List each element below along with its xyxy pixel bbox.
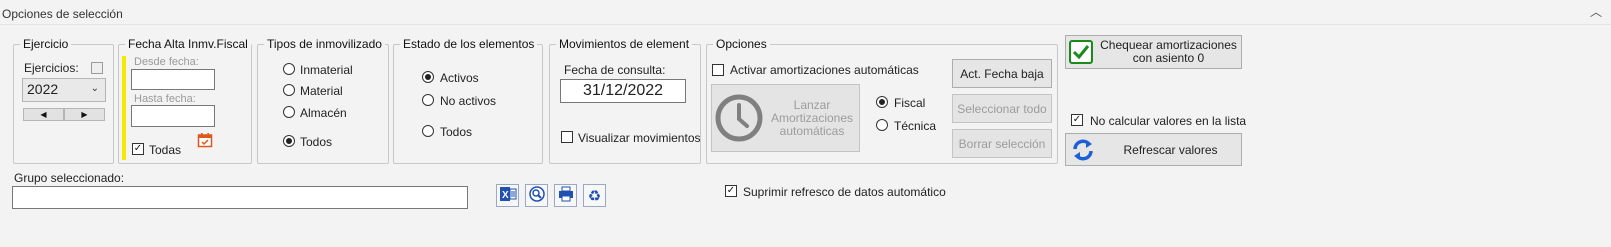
tipos-legend: Tipos de inmovilizado: [267, 37, 382, 51]
ejercicios-checkbox[interactable]: [91, 62, 103, 74]
ejercicio-select[interactable]: 2022 ⌄: [22, 78, 106, 102]
print-button[interactable]: [554, 184, 577, 207]
act-fecha-baja-button[interactable]: Act. Fecha baja: [952, 59, 1052, 88]
opciones-legend: Opciones: [716, 37, 767, 51]
material-label: Material: [300, 84, 343, 98]
fecha-alta-legend: Fecha Alta Inmv.Fiscal: [128, 37, 248, 51]
search-icon: [528, 185, 546, 206]
recycle-button[interactable]: ♻: [583, 184, 606, 207]
clock-icon: [714, 93, 764, 143]
fiscal-label: Fiscal: [894, 96, 926, 110]
tecnica-label: Técnica: [894, 119, 937, 133]
radio-inmaterial[interactable]: [283, 63, 295, 75]
fecha-consulta-input[interactable]: 31/12/2022: [560, 79, 686, 103]
almacen-label: Almacén: [300, 106, 347, 120]
chevron-down-icon: ⌄: [90, 83, 99, 94]
panel-title: Opciones de selección: [2, 7, 123, 21]
prev-year-button[interactable]: ◀: [23, 108, 64, 121]
hasta-fecha-label: Hasta fecha:: [134, 93, 196, 105]
radio-fiscal[interactable]: [876, 96, 888, 108]
recycle-icon: ♻: [587, 186, 602, 205]
activar-amortizaciones-label: Activar amortizaciones automáticas: [730, 63, 919, 77]
ejercicio-selected-value: 2022: [27, 81, 59, 97]
printer-icon: [557, 185, 575, 206]
ejercicio-legend: Ejercicio: [23, 37, 69, 51]
grupo-seleccionado-label: Grupo seleccionado:: [14, 171, 125, 185]
desde-fecha-input[interactable]: [131, 69, 215, 90]
fecha-consulta-value: 31/12/2022: [582, 82, 664, 99]
inmaterial-label: Inmaterial: [300, 63, 353, 77]
estado-todos-label: Todos: [440, 125, 473, 139]
radio-material[interactable]: [283, 84, 295, 96]
estado-legend: Estado de los elementos: [403, 37, 535, 51]
calendar-icon[interactable]: [197, 132, 213, 148]
activos-label: Activos: [440, 71, 479, 85]
search-button[interactable]: [525, 184, 548, 207]
activar-amortizaciones-checkbox[interactable]: [712, 64, 724, 76]
chequear-amortizaciones-label: Chequear amortizaciones con asiento 0: [1100, 38, 1237, 65]
suprimir-refresco-label: Suprimir refresco de datos automático: [743, 185, 946, 199]
no-calcular-valores-checkbox[interactable]: ✓: [1071, 114, 1083, 126]
next-year-button[interactable]: ▶: [64, 108, 105, 121]
tipos-todos-label: Todos: [300, 135, 333, 149]
refresh-icon: [1070, 137, 1096, 163]
visualizar-movimientos-checkbox[interactable]: [561, 131, 573, 143]
excel-icon: X: [499, 185, 517, 206]
fecha-consulta-label: Fecha de consulta:: [564, 63, 666, 77]
no-calcular-valores-label: No calcular valores en la lista: [1090, 114, 1247, 128]
triangle-right-icon: ▶: [81, 110, 88, 119]
yellow-marker: [122, 56, 126, 160]
collapse-chevron-icon[interactable]: ︿: [1589, 5, 1603, 19]
svg-text:X: X: [502, 190, 509, 201]
no-activos-label: No activos: [440, 94, 497, 108]
desde-fecha-label: Desde fecha:: [134, 56, 199, 68]
suprimir-refresco-checkbox[interactable]: ✓: [725, 185, 737, 197]
triangle-left-icon: ◀: [40, 110, 47, 119]
hasta-fecha-input[interactable]: [131, 105, 215, 127]
chequear-amortizaciones-button[interactable]: Chequear amortizaciones con asiento 0: [1065, 35, 1242, 69]
radio-almacen[interactable]: [283, 106, 295, 118]
radio-activos[interactable]: [422, 71, 434, 83]
excel-export-button[interactable]: X: [496, 184, 519, 207]
header-divider: [0, 24, 1611, 25]
lanzar-amortizaciones-label: Lanzar Amortizaciones automáticas: [770, 98, 854, 138]
grupo-seleccionado-input[interactable]: [12, 186, 468, 209]
lanzar-amortizaciones-button[interactable]: Lanzar Amortizaciones automáticas: [711, 84, 860, 152]
borrar-seleccion-button[interactable]: Borrar selección: [952, 129, 1052, 158]
visualizar-movimientos-label: Visualizar movimientos: [578, 131, 701, 145]
radio-tipos-todos[interactable]: [283, 135, 295, 147]
todas-label: Todas: [149, 143, 182, 157]
refrescar-valores-label: Refrescar valores: [1123, 143, 1218, 157]
checkmark-icon: [1069, 40, 1093, 64]
todas-checkbox[interactable]: ✓: [132, 143, 144, 155]
ejercicios-label: Ejercicios:: [24, 61, 79, 75]
radio-estado-todos[interactable]: [422, 125, 434, 137]
radio-no-activos[interactable]: [422, 94, 434, 106]
seleccionar-todo-button[interactable]: Seleccionar todo: [952, 94, 1052, 123]
radio-tecnica[interactable]: [876, 119, 888, 131]
movimientos-legend: Movimientos de element: [559, 37, 690, 51]
refrescar-valores-button[interactable]: Refrescar valores: [1065, 133, 1242, 166]
